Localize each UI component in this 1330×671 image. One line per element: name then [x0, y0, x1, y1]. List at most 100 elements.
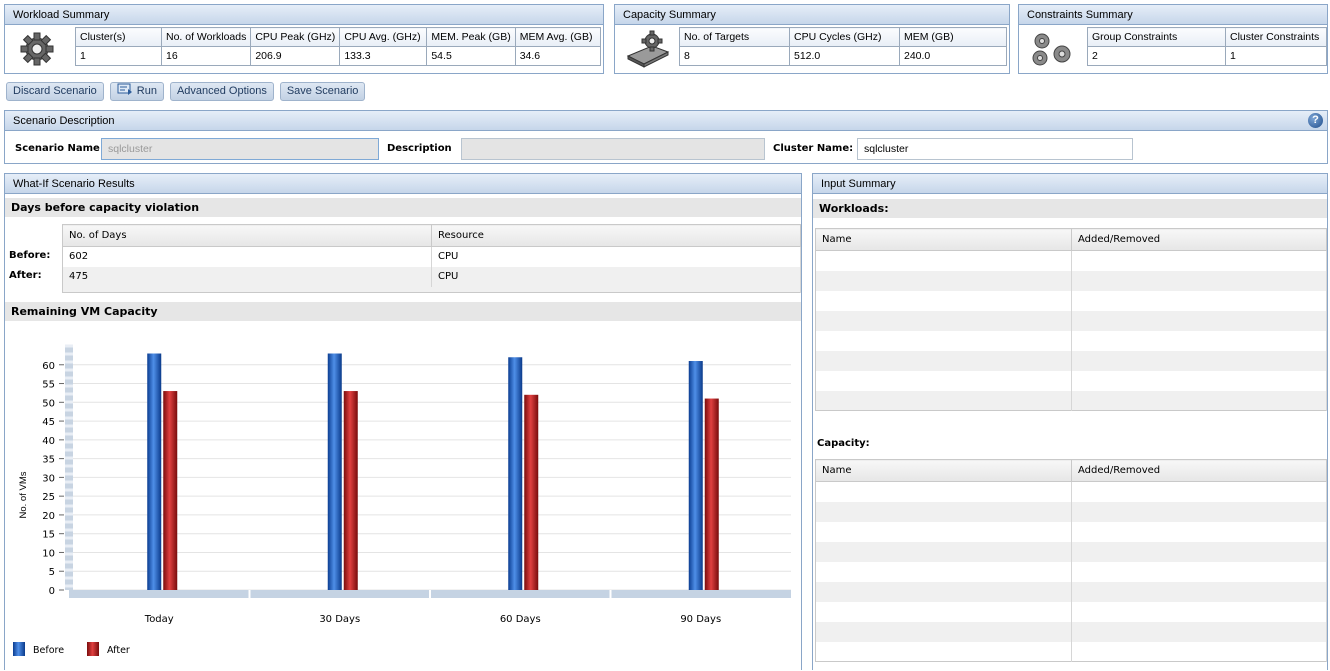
table-row [815, 330, 1327, 351]
table-row [815, 370, 1327, 391]
legend-label-after: After [107, 645, 130, 656]
scenario-name-input[interactable]: sqlcluster [101, 138, 379, 160]
col-capacity-added-removed: Added/Removed [1071, 459, 1327, 482]
y-tick-label: 50 [42, 398, 55, 409]
table-row [815, 250, 1327, 271]
col-mem-avg: MEM Avg. (GB) [514, 27, 602, 47]
days-table: No. of Days Resource 602 CPU 475 CPU [62, 224, 801, 293]
legend-swatch-after [87, 642, 99, 656]
gears-icon [1025, 29, 1081, 69]
val-cluster-constraints: 1 [1225, 46, 1327, 66]
description-label: Description [387, 143, 452, 154]
val-mem: 240.0 [899, 46, 1007, 66]
x-tick-label: 30 Days [319, 614, 360, 625]
description-input[interactable] [461, 138, 765, 160]
constraints-summary-table: Group Constraints Cluster Constraints 2 … [1087, 27, 1327, 66]
gear-icon [15, 29, 59, 69]
remaining-vm-capacity-header: Remaining VM Capacity [5, 302, 801, 321]
table-row [815, 621, 1327, 642]
legend-swatch-before [13, 642, 25, 656]
table-row [815, 641, 1327, 662]
bar-after-0 [163, 391, 178, 590]
val-cpu-peak: 206.9 [250, 46, 341, 66]
col-capacity-name: Name [815, 459, 1072, 482]
y-tick-label: 40 [42, 436, 55, 447]
workload-summary-panel: Workload Summary Cluster(s) No. of Workl… [4, 4, 604, 74]
val-workloads: 16 [160, 46, 252, 66]
after-resource: CPU [431, 266, 801, 287]
col-cpu-peak: CPU Peak (GHz) [250, 27, 341, 47]
workloads-table: Name Added/Removed [815, 228, 1327, 411]
bar-before-1 [327, 353, 342, 590]
input-summary-title: Input Summary [813, 174, 1327, 194]
x-tick-label: 60 Days [500, 614, 541, 625]
table-row [815, 310, 1327, 331]
y-tick-label: 25 [42, 492, 55, 503]
y-tick-label: 5 [49, 567, 55, 578]
y-tick-label: 15 [42, 530, 55, 541]
val-cpu-avg: 133.3 [339, 46, 428, 66]
table-row: 602 CPU [62, 246, 801, 267]
constraints-summary-title: Constraints Summary [1019, 5, 1327, 25]
scenario-description-title: Scenario Description [5, 111, 1327, 131]
after-days: 475 [62, 266, 432, 287]
val-cpu-cycles: 512.0 [789, 46, 900, 66]
cluster-name-input[interactable]: sqlcluster [857, 138, 1133, 160]
table-row [815, 270, 1327, 291]
constraints-summary-panel: Constraints Summary Group Constraints Cl… [1018, 4, 1328, 74]
table-row [815, 541, 1327, 562]
bar-before-0 [147, 353, 162, 590]
y-axis-label: No. of VMs [18, 471, 29, 518]
table-row [815, 601, 1327, 622]
table-row [815, 390, 1327, 411]
advanced-options-label: Advanced Options [176, 85, 267, 97]
y-tick-label: 60 [42, 361, 55, 372]
y-tick-label: 10 [42, 548, 55, 559]
table-row: 475 CPU [62, 266, 801, 287]
table-row [815, 581, 1327, 602]
col-cpu-cycles: CPU Cycles (GHz) [789, 27, 900, 47]
run-button[interactable]: Run [109, 82, 164, 101]
col-mem: MEM (GB) [899, 27, 1007, 47]
save-scenario-button[interactable]: Save Scenario [279, 82, 366, 101]
col-clusters: Cluster(s) [75, 27, 162, 47]
val-clusters: 1 [75, 46, 162, 66]
capacity-summary-panel: Capacity Summary No. of Targets CPU Cycl… [614, 4, 1010, 74]
remaining-vm-capacity-chart: 0 5 10 15 20 25 30 35 40 45 50 55 60 No. of VMs Today 3… [13, 344, 791, 656]
before-label: Before: [9, 250, 51, 261]
scenario-name-label: Scenario Name [15, 143, 100, 154]
col-resource: Resource [431, 224, 801, 247]
discard-scenario-button[interactable]: Discard Scenario [6, 82, 104, 101]
table-row [815, 481, 1327, 502]
y-tick-label: 35 [42, 455, 55, 466]
scenario-toolbar: Discard Scenario Run Advanced Options Sa… [6, 82, 366, 102]
col-mem-peak: MEM. Peak (GB) [426, 27, 516, 47]
y-tick-label: 30 [42, 473, 55, 484]
col-workloads: No. of Workloads [160, 27, 252, 47]
val-mem-peak: 54.5 [426, 46, 516, 66]
bar-after-1 [343, 391, 358, 590]
server-gear-icon [621, 29, 675, 69]
bar-after-2 [524, 394, 539, 590]
help-icon[interactable]: ? [1308, 113, 1323, 128]
input-summary-panel: Input Summary Workloads: Name Added/Remo… [812, 173, 1328, 670]
discard-scenario-label: Discard Scenario [13, 85, 97, 97]
legend-label-before: Before [33, 645, 64, 656]
workload-summary-table: Cluster(s) No. of Workloads CPU Peak (GH… [75, 27, 602, 66]
val-group-constraints: 2 [1087, 46, 1226, 66]
capacity-header: Capacity: [817, 438, 870, 449]
capacity-summary-table: No. of Targets CPU Cycles (GHz) MEM (GB)… [679, 27, 1007, 66]
scenario-description-panel: Scenario Description ? Scenario Name sql… [4, 110, 1328, 164]
table-row [815, 561, 1327, 582]
bar-after-3 [704, 398, 719, 590]
workload-summary-title: Workload Summary [5, 5, 603, 25]
col-no-of-days: No. of Days [62, 224, 432, 247]
table-row [815, 521, 1327, 542]
col-group-constraints: Group Constraints [1087, 27, 1226, 47]
y-tick-label: 0 [49, 586, 55, 597]
advanced-options-button[interactable]: Advanced Options [169, 82, 274, 101]
cluster-name-label: Cluster Name: [773, 143, 854, 154]
save-scenario-label: Save Scenario [286, 85, 359, 97]
before-resource: CPU [431, 246, 801, 267]
col-cpu-avg: CPU Avg. (GHz) [339, 27, 428, 47]
